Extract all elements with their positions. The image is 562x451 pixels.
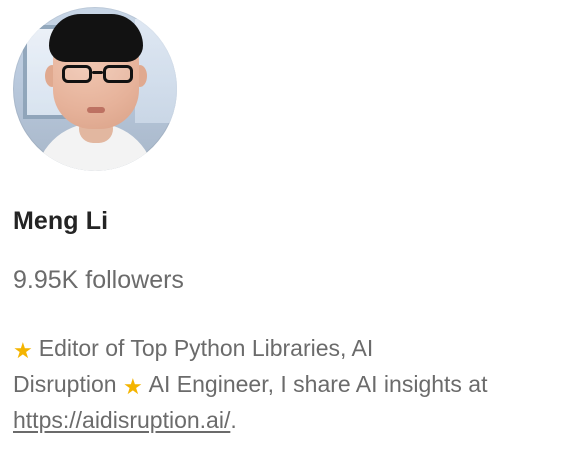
bio-link[interactable]: https://aidisruption.ai/ (13, 407, 230, 433)
avatar[interactable] (13, 7, 177, 171)
bio-line-3: https://aidisruption.ai/. (13, 402, 558, 438)
avatar-mouth (87, 107, 105, 113)
author-profile-card: Meng Li 9.95K followers ★ Editor of Top P… (13, 7, 558, 433)
bio-line-2: Disruption ★ AI Engineer, I share AI insi… (13, 366, 558, 402)
followers-count[interactable]: 9.95K followers (13, 266, 184, 295)
bio-line-1-text: Editor of Top Python Libraries, AI (38, 335, 374, 361)
avatar-glasses (62, 65, 136, 87)
bio-line-3-suffix: . (230, 407, 237, 433)
star-icon: ★ (122, 374, 143, 399)
avatar-glasses-lens-left (62, 65, 92, 83)
profile-bio: ★ Editor of Top Python Libraries, AI Disr… (13, 330, 558, 438)
avatar-glasses-bridge (92, 71, 103, 74)
bio-line-2-text-b: AI Engineer, I share AI insights at (148, 371, 488, 397)
avatar-glasses-lens-right (103, 65, 133, 83)
star-icon: ★ (13, 338, 33, 363)
bio-line-2-text-a: Disruption (13, 371, 117, 397)
avatar-hair (49, 14, 143, 62)
profile-name[interactable]: Meng Li (13, 207, 108, 236)
bio-line-1: ★ Editor of Top Python Libraries, AI (13, 330, 558, 366)
